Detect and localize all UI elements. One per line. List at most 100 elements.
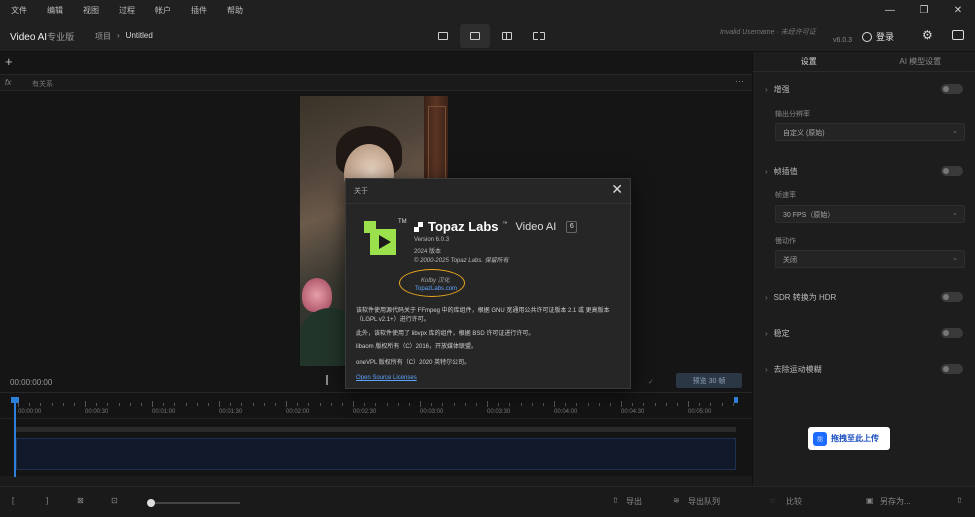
- open-source-licenses-link[interactable]: Open Source Licenses: [356, 375, 417, 381]
- timeline-minor-tick: [408, 403, 410, 406]
- maximize-button[interactable]: ❐: [907, 0, 941, 20]
- timeline-tick-label: 00:03:30: [487, 409, 511, 415]
- menu-file[interactable]: 文件: [11, 5, 27, 16]
- login-label: 登录: [876, 32, 895, 42]
- panel-toggle-icon[interactable]: [952, 30, 964, 40]
- section-sdr-hdr[interactable]: › SDR 转换为 HDR: [765, 292, 836, 303]
- save-as-button[interactable]: 另存为...: [880, 496, 911, 507]
- frame-interpolation-toggle[interactable]: [941, 166, 963, 176]
- motion-deblur-toggle[interactable]: [941, 364, 963, 374]
- mark-in-button[interactable]: [: [12, 496, 14, 505]
- timeline-minor-tick: [196, 403, 198, 406]
- section-sdr-hdr-title: SDR 转换为 HDR: [773, 293, 837, 302]
- menu-account[interactable]: 帐户: [155, 5, 171, 16]
- timeline-minor-tick: [163, 403, 165, 406]
- add-button[interactable]: +: [5, 54, 13, 69]
- preview-button[interactable]: 预览 30 帧: [676, 373, 742, 388]
- play-icon[interactable]: [326, 375, 336, 385]
- timeline-minor-tick: [107, 403, 109, 406]
- close-icon[interactable]: ✕: [611, 181, 623, 198]
- zoom-slider[interactable]: [150, 502, 240, 504]
- stabilize-toggle[interactable]: [941, 328, 963, 338]
- login-button[interactable]: 登录: [862, 30, 894, 43]
- toolbar: Video AI专业版 项目 › Untitled Invalid Userna…: [0, 20, 975, 52]
- fx-icon[interactable]: fx: [5, 78, 11, 87]
- section-stabilize-title: 稳定: [773, 329, 790, 338]
- breadcrumb: 项目 › Untitled: [95, 31, 153, 42]
- section-stabilize[interactable]: › 稳定: [765, 328, 790, 339]
- timeline-minor-tick: [62, 403, 64, 406]
- section-frame-interpolation[interactable]: › 帧插值: [765, 166, 798, 177]
- timeline-minor-tick: [386, 403, 388, 406]
- filter-label: 有关系: [32, 81, 53, 88]
- timeline-tick-label: 00:05:00: [688, 409, 712, 415]
- baidu-upload-label: 拖拽至此上传: [831, 434, 879, 443]
- minimize-button[interactable]: —: [873, 0, 907, 20]
- layout-split-button[interactable]: [492, 24, 522, 48]
- timeline-minor-tick: [442, 403, 444, 406]
- mark-out-button[interactable]: ]: [46, 496, 48, 505]
- chevron-down-icon: ⌄: [952, 128, 958, 135]
- full-view-icon: [470, 32, 480, 40]
- single-view-icon: [438, 32, 448, 40]
- timeline-tick: [219, 401, 220, 407]
- stack-icon[interactable]: ≋: [673, 496, 680, 505]
- save-icon[interactable]: ▣: [866, 496, 874, 505]
- menu-help[interactable]: 帮助: [227, 5, 243, 16]
- frame-rate-select[interactable]: 30 FPS（原始） ⌄: [775, 205, 965, 223]
- export-queue-button[interactable]: 导出队列: [688, 496, 720, 507]
- output-resolution-label: 输出分辨率: [775, 111, 810, 118]
- menu-view[interactable]: 视图: [83, 5, 99, 16]
- timeline-tick-label: 00:02:00: [286, 409, 310, 415]
- timeline-tick-label: 00:04:30: [621, 409, 645, 415]
- close-button[interactable]: ✕: [941, 0, 975, 20]
- baidu-upload-button[interactable]: ஐ 拖拽至此上传: [808, 427, 890, 450]
- timeline-minor-tick: [73, 403, 75, 406]
- timeline-minor-tick: [375, 403, 377, 406]
- enhance-toggle[interactable]: [941, 84, 963, 94]
- end-marker[interactable]: [734, 397, 738, 403]
- layout-single-button[interactable]: [428, 24, 458, 48]
- menu-plugins[interactable]: 插件: [191, 5, 207, 16]
- crop-icon[interactable]: ⊠: [77, 496, 84, 505]
- quality-dropdown[interactable]: ✓: [648, 378, 654, 386]
- chevron-right-icon: ›: [765, 329, 768, 338]
- zoom-slider-knob[interactable]: [147, 499, 155, 507]
- video-track-clip[interactable]: [16, 438, 736, 470]
- more-icon[interactable]: ···: [735, 76, 744, 86]
- product-version-badge: 6: [566, 220, 578, 233]
- tab-ai-model[interactable]: AI 模型设置: [865, 52, 975, 71]
- layout-full-button[interactable]: [460, 24, 490, 48]
- export-icon[interactable]: ⇧: [612, 496, 619, 505]
- section-enhance[interactable]: › 增强: [765, 84, 790, 95]
- layout-switcher: [428, 24, 554, 48]
- sdr-hdr-toggle[interactable]: [941, 292, 963, 302]
- menu-process[interactable]: 过程: [119, 5, 135, 16]
- timeline-tick-label: 00:00:00: [18, 409, 42, 415]
- timeline-minor-tick: [319, 403, 321, 406]
- frame-icon[interactable]: ⊡: [111, 496, 118, 505]
- year-line: 2024 版本: [414, 249, 442, 255]
- output-resolution-select[interactable]: 自定义 (原始) ⌄: [775, 123, 965, 141]
- timeline-ruler[interactable]: 00:00:00 00:00:30 00:01:00 00:01:30 00:02:00…: [0, 393, 752, 419]
- breadcrumb-root[interactable]: 项目: [95, 31, 111, 42]
- timeline-tick: [688, 401, 689, 407]
- timeline-tick: [420, 401, 421, 407]
- export-button[interactable]: 导出: [626, 496, 642, 507]
- timeline-minor-tick: [129, 403, 131, 406]
- layout-side-by-side-button[interactable]: [524, 24, 554, 48]
- section-motion-deblur[interactable]: › 去除运动模糊: [765, 364, 822, 375]
- slowmo-select[interactable]: 关闭 ⌄: [775, 250, 965, 268]
- tab-settings[interactable]: 设置: [753, 52, 865, 71]
- compare-button[interactable]: 比较: [786, 496, 802, 507]
- timeline[interactable]: 00:00:00 00:00:30 00:01:00 00:01:30 00:02:00…: [0, 392, 752, 477]
- timeline-minor-tick: [263, 403, 265, 406]
- timeline-minor-tick: [721, 403, 723, 406]
- version-line: Version 6.0.3: [414, 237, 450, 243]
- timeline-minor-tick: [29, 403, 31, 406]
- gear-icon[interactable]: ⚙: [922, 28, 933, 42]
- compare-icon[interactable]: ◌: [770, 496, 775, 505]
- audio-track: [16, 427, 736, 432]
- share-icon[interactable]: ⇧: [956, 496, 963, 505]
- menu-edit[interactable]: 编辑: [47, 5, 63, 16]
